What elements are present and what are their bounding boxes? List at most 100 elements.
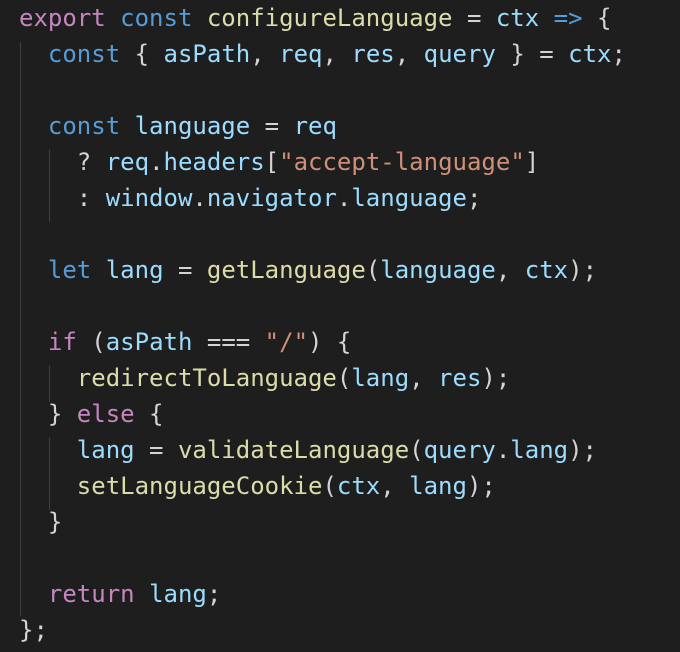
code-token: === — [192, 328, 265, 356]
code-token: ( — [365, 256, 381, 284]
code-token: ( — [409, 436, 424, 464]
code-token: => — [553, 4, 583, 32]
code-line[interactable]: return lang; — [19, 576, 221, 612]
code-token: ) { — [308, 328, 352, 356]
code-line[interactable]: setLanguageCookie(ctx, lang); — [19, 468, 496, 504]
code-token: navigator — [206, 184, 337, 212]
code-token: , — [495, 256, 525, 284]
code-token: lang — [105, 256, 164, 284]
code-token: const — [120, 4, 193, 32]
code-token: , — [409, 364, 439, 392]
code-token: res — [438, 364, 482, 392]
code-token: ); — [568, 256, 598, 284]
code-token: ( — [76, 328, 106, 356]
code-token: lang — [351, 364, 410, 392]
code-line[interactable]: redirectToLanguage(lang, res); — [19, 360, 511, 396]
code-token: let — [47, 256, 92, 284]
code-line[interactable]: const { asPath, req, res, query } = ctx; — [19, 36, 626, 72]
code-token: window — [105, 184, 193, 212]
code-token: : — [19, 184, 106, 212]
code-token: req — [279, 40, 323, 68]
code-token: query — [423, 436, 496, 464]
code-token: ; — [206, 580, 222, 608]
code-token: ); — [481, 364, 511, 392]
code-token: lang — [409, 472, 467, 500]
code-token: const — [47, 40, 121, 68]
code-token: getLanguage — [206, 256, 366, 284]
code-line[interactable]: const language = req — [19, 108, 337, 144]
code-token: const — [47, 112, 121, 140]
code-token: lang — [149, 580, 207, 608]
code-token: ? — [19, 148, 106, 176]
code-token: = — [250, 112, 294, 140]
code-token: req — [105, 148, 150, 176]
code-line[interactable]: : window.navigator.language; — [19, 180, 482, 216]
code-token: query — [423, 40, 496, 68]
code-token: lang — [76, 436, 135, 464]
code-token: setLanguageCookie — [76, 472, 323, 500]
code-line[interactable]: } — [19, 504, 62, 540]
code-token: asPath — [163, 40, 251, 68]
code-line[interactable]: let lang = getLanguage(language, ctx); — [19, 252, 597, 288]
code-token: ctx — [524, 256, 569, 284]
code-token: . — [192, 184, 207, 212]
code-token: asPath — [105, 328, 193, 356]
code-token: . — [495, 436, 511, 464]
code-token: ctx — [495, 4, 540, 32]
code-token: "accept-language" — [279, 148, 525, 176]
code-token: req — [293, 112, 337, 140]
code-token: language — [134, 112, 251, 140]
code-token: } — [19, 508, 63, 536]
code-token: { — [134, 400, 164, 428]
code-token: ( — [322, 472, 337, 500]
code-line[interactable]: } else { — [19, 396, 164, 432]
code-token: language — [380, 256, 496, 284]
code-token: ; — [611, 40, 626, 68]
code-line[interactable]: export const configureLanguage = ctx => … — [19, 0, 611, 36]
code-token: lang — [510, 436, 569, 464]
code-token: ] — [524, 148, 540, 176]
code-token: [ — [264, 148, 280, 176]
code-line[interactable]: if (asPath === "/") { — [19, 324, 351, 360]
code-token: language — [351, 184, 467, 212]
code-token: "/" — [264, 328, 309, 356]
code-line[interactable]: }; — [19, 612, 48, 648]
code-token: } = — [495, 40, 569, 68]
code-token: = — [452, 4, 496, 32]
code-token: }; — [19, 616, 48, 644]
code-token: ); — [466, 472, 496, 500]
code-token: redirectToLanguage — [76, 364, 337, 392]
code-token: , — [394, 40, 424, 68]
code-token: validateLanguage — [177, 436, 410, 464]
code-token: { — [582, 4, 612, 32]
code-token: , — [380, 472, 410, 500]
code-token: ctx — [568, 40, 612, 68]
code-token: configureLanguage — [206, 4, 453, 32]
code-token: = — [134, 436, 178, 464]
code-token: headers — [163, 148, 265, 176]
code-token: ); — [568, 436, 597, 464]
code-token: ( — [336, 364, 352, 392]
code-token: return — [47, 580, 135, 608]
code-token: } — [19, 400, 77, 428]
code-token: . — [149, 148, 164, 176]
code-token: if — [47, 328, 77, 356]
code-line[interactable]: ? req.headers["accept-language"] — [19, 144, 539, 180]
code-token: , — [322, 40, 352, 68]
code-token: res — [351, 40, 395, 68]
code-line[interactable]: lang = validateLanguage(query.lang); — [19, 432, 597, 468]
code-editor[interactable]: export const configureLanguage = ctx => … — [0, 0, 680, 652]
code-token: else — [76, 400, 135, 428]
